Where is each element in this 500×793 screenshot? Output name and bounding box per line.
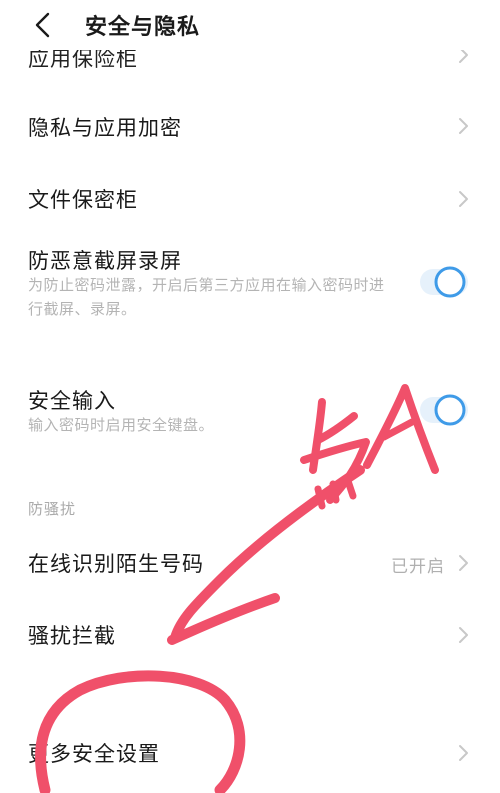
back-button[interactable] <box>28 8 62 42</box>
row-label: 更多安全设置 <box>28 742 160 766</box>
settings-row-more-security[interactable]: 更多安全设置 <box>0 726 500 780</box>
settings-row-secure-input: 安全输入 输入密码时启用安全键盘。 <box>0 380 500 440</box>
row-label: 在线识别陌生号码 <box>28 552 204 576</box>
chevron-right-icon <box>455 552 471 574</box>
settings-row-privacy-encrypt[interactable]: 隐私与应用加密 <box>0 100 500 160</box>
secure-input-toggle[interactable] <box>418 393 470 427</box>
chevron-right-icon <box>455 742 471 764</box>
chevron-right-icon <box>455 188 471 210</box>
chevron-right-icon <box>455 115 471 137</box>
row-label: 骚扰拦截 <box>28 624 116 648</box>
page-title: 安全与隐私 <box>85 15 201 40</box>
row-label: 文件保密柜 <box>28 188 138 212</box>
row-label: 安全输入 <box>28 389 116 413</box>
chevron-left-icon <box>35 12 50 38</box>
row-description: 为防止密码泄露，开启后第三方应用在输入密码时进行截屏、录屏。 <box>28 276 385 318</box>
settings-row-file-vault[interactable]: 文件保密柜 <box>0 172 500 232</box>
settings-row-anti-screenshot: 防恶意截屏录屏 为防止密码泄露，开启后第三方应用在输入密码时进行截屏、录屏。 <box>0 240 500 330</box>
chevron-right-icon <box>455 624 471 646</box>
row-description: 输入密码时启用安全键盘。 <box>28 416 215 434</box>
row-label: 防恶意截屏录屏 <box>28 249 182 273</box>
anti-screenshot-toggle[interactable] <box>418 265 470 299</box>
top-bar: 安全与隐私 <box>0 0 500 50</box>
section-header-harassment: 防骚扰 <box>28 500 77 518</box>
settings-row-harass-block[interactable]: 骚扰拦截 <box>0 608 500 662</box>
settings-row-identify-number[interactable]: 在线识别陌生号码 已开启 <box>0 536 500 590</box>
status-badge: 已开启 <box>391 557 445 577</box>
row-label: 隐私与应用加密 <box>28 116 182 140</box>
